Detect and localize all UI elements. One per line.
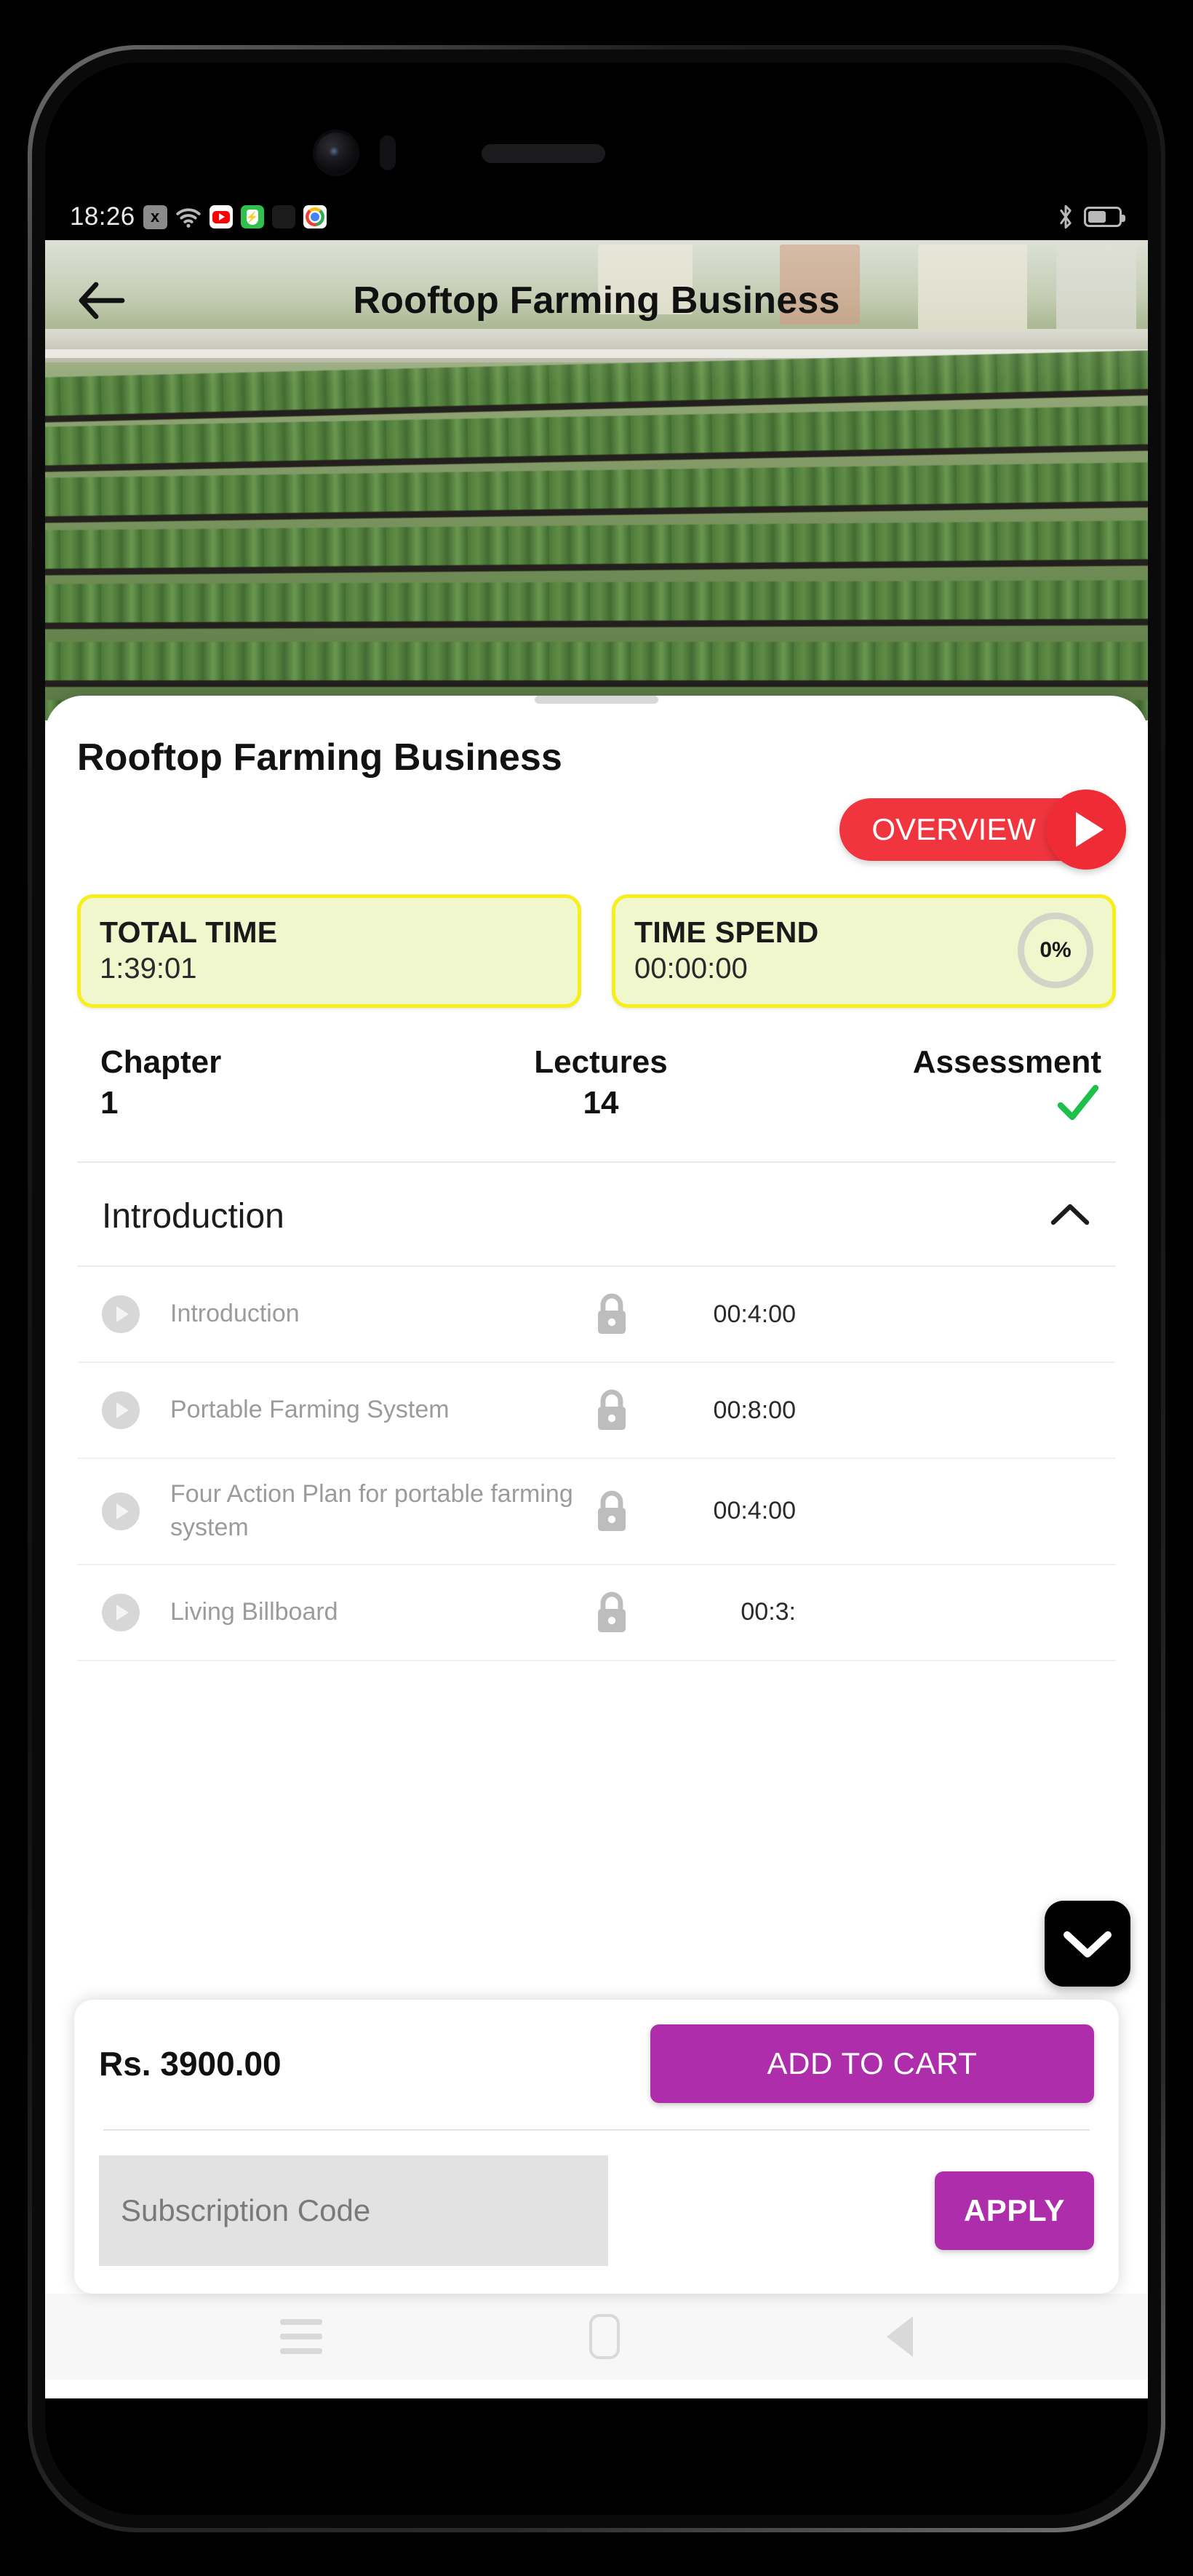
table-row[interactable]: Introduction 00:4:00 [77,1267,1116,1363]
hero-crop-rows [45,349,1148,720]
front-camera-icon [316,132,356,173]
stat-assessment-label: Assessment [912,1044,1102,1080]
table-row[interactable]: Four Action Plan for portable farming sy… [77,1459,1116,1565]
wifi-icon [175,206,202,228]
progress-ring: 0% [1018,913,1093,988]
play-icon[interactable] [102,1391,140,1429]
lecture-title: Portable Farming System [170,1396,450,1424]
accordion-header-introduction[interactable]: Introduction [77,1163,1116,1267]
lecture-title: Living Billboard [170,1597,338,1626]
subscription-row: APPLY [99,2155,1094,2266]
table-row[interactable]: Portable Farming System 00:8:00 [77,1363,1116,1459]
earpiece-speaker [482,144,605,163]
purchase-divider [103,2129,1090,2131]
chevron-down-icon [1064,1931,1112,1957]
time-spend-card: TIME SPEND 00:00:00 0% [612,894,1116,1008]
chrome-icon [303,205,327,228]
time-spend-label: TIME SPEND [634,915,819,949]
chevron-up-icon[interactable] [1049,1202,1091,1231]
course-title: Rooftop Farming Business [77,736,562,779]
table-row[interactable]: Living Billboard 00:3: [77,1565,1116,1661]
stat-lectures-label: Lectures [534,1044,668,1080]
lock-icon [591,1489,633,1534]
back-arrow-icon[interactable] [74,273,129,328]
lock-icon [591,1292,633,1337]
time-spend-value: 00:00:00 [634,953,748,985]
phone-screen: 18:26 x ⚡ Rooftop Farming Business Rooft… [45,63,1148,2515]
lecture-duration: 00:8:00 [713,1396,796,1424]
device-notch-area [45,63,1148,194]
stat-chapter-value: 1 [100,1085,119,1121]
status-bar-clock: 18:26 [70,202,135,231]
overview-row: OVERVIEW [45,779,1148,870]
time-cards-row: TOTAL TIME 1:39:01 TIME SPEND 00:00:00 0… [45,861,1148,1008]
accordion-title: Introduction [102,1197,284,1236]
stat-lectures: Lectures 14 [434,1044,768,1128]
screenshot-stage: 18:26 x ⚡ Rooftop Farming Business Rooft… [0,0,1193,2576]
sheet-grabber[interactable] [535,696,658,704]
total-time-label: TOTAL TIME [100,915,278,949]
app-screen: Rooftop Farming Business Rooftop Farming… [45,240,1148,2398]
close-badge-icon: x [143,204,167,229]
play-icon[interactable] [102,1593,140,1631]
lecture-duration: 00:3: [741,1598,796,1626]
overview-button-label: OVERVIEW [871,812,1036,846]
stat-chapter-label: Chapter [100,1044,222,1080]
lecture-duration: 00:4:00 [713,1300,796,1328]
lock-icon [591,1388,633,1433]
page-title: Rooftop Farming Business [353,279,840,322]
phone-device-frame: 18:26 x ⚡ Rooftop Farming Business Rooft… [28,45,1165,2532]
recents-icon[interactable] [280,2319,323,2354]
status-bar: 18:26 x ⚡ [45,194,1148,240]
proximity-sensor-icon [380,135,396,170]
course-stats-row: Chapter 1 Lectures 14 Assessment [45,1008,1148,1128]
purchase-top-row: Rs. 3900.00 ADD TO CART [99,2024,1094,2103]
home-icon[interactable] [588,2314,620,2359]
add-to-cart-button[interactable]: ADD TO CART [650,2024,1094,2103]
overview-button[interactable]: OVERVIEW [839,790,1126,870]
back-triangle-icon[interactable] [886,2316,913,2357]
lock-icon [591,1590,633,1635]
battery-icon [1084,207,1125,227]
total-time-card: TOTAL TIME 1:39:01 [77,894,581,1008]
shield-vpn-icon: ⚡ [240,205,264,228]
course-hero-image: Rooftop Farming Business [45,240,1148,720]
app-grid-icon [271,205,295,228]
android-nav-bar [45,2294,1148,2380]
lecture-duration: 00:4:00 [713,1497,796,1525]
apply-button[interactable]: APPLY [934,2171,1094,2250]
subscription-code-input[interactable] [99,2155,608,2266]
lecture-title: Four Action Plan for portable farming sy… [170,1480,573,1541]
bluetooth-icon [1058,204,1074,229]
lecture-title: Introduction [170,1300,300,1328]
total-time-value: 1:39:01 [100,953,197,985]
assessment-check-icon [1055,1084,1101,1128]
phone-bezel: 18:26 x ⚡ Rooftop Farming Business Rooft… [32,49,1161,2528]
play-icon[interactable] [1046,790,1126,870]
status-bar-left: 18:26 x ⚡ [70,202,327,231]
app-bar: Rooftop Farming Business [45,261,1148,341]
course-price: Rs. 3900.00 [99,2045,282,2083]
scroll-down-fab[interactable] [1045,1901,1130,1987]
chapter-accordion: Introduction Introduction 00:4:00 Portab… [77,1161,1116,1661]
stat-assessment: Assessment [767,1044,1104,1128]
stat-lectures-value: 14 [583,1085,619,1121]
status-bar-right [1058,204,1125,229]
purchase-card: Rs. 3900.00 ADD TO CART APPLY [74,2000,1119,2294]
play-icon[interactable] [102,1295,140,1333]
stat-chapter: Chapter 1 [89,1044,434,1128]
play-icon[interactable] [102,1492,140,1530]
youtube-icon [209,205,233,228]
